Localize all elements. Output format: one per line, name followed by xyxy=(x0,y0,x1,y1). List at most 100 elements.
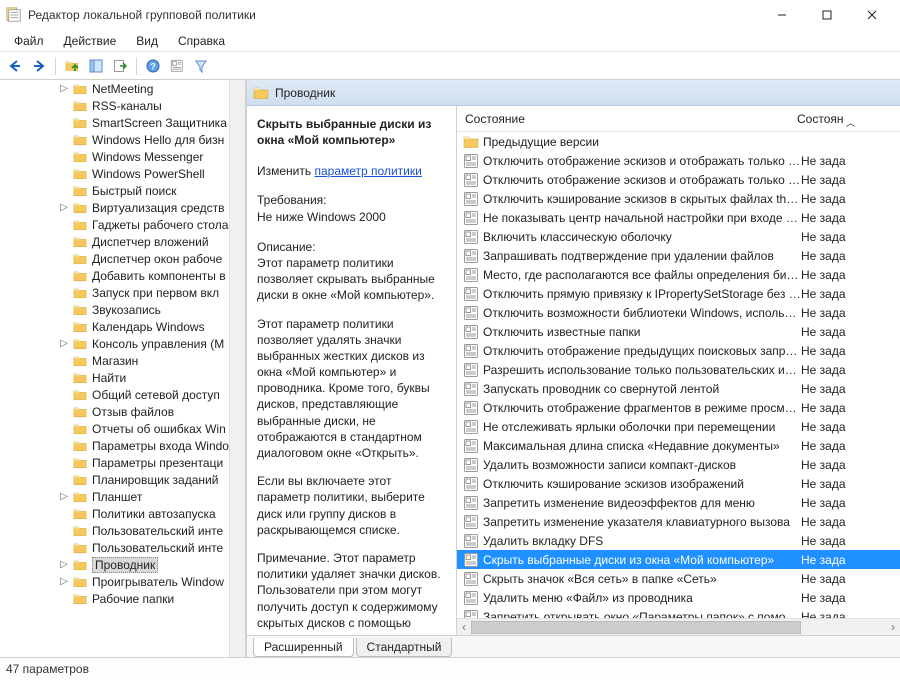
setting-icon xyxy=(463,533,479,549)
tree-item[interactable]: Календарь Windows xyxy=(0,318,245,335)
list-item[interactable]: Не отслеживать ярлыки оболочки при перем… xyxy=(457,417,900,436)
tree-item[interactable]: Отчеты об ошибках Win xyxy=(0,420,245,437)
item-name: Отключить кэширование эскизов в скрытых … xyxy=(483,192,801,206)
list-item[interactable]: Не показывать центр начальной настройки … xyxy=(457,208,900,227)
tree-item[interactable]: RSS-каналы xyxy=(0,97,245,114)
maximize-button[interactable] xyxy=(804,1,849,29)
tree-item[interactable]: Звукозапись xyxy=(0,301,245,318)
menu-action[interactable]: Действие xyxy=(54,32,127,50)
menu-file[interactable]: Файл xyxy=(4,32,54,50)
list-item[interactable]: Запускать проводник со свернутой лентойН… xyxy=(457,379,900,398)
help-button[interactable]: ? xyxy=(142,55,164,77)
tree-item[interactable]: Добавить компоненты в xyxy=(0,267,245,284)
tree-item[interactable]: ▷Виртуализация средств xyxy=(0,199,245,216)
tree-item[interactable]: Отзыв файлов xyxy=(0,403,245,420)
forward-button[interactable] xyxy=(28,55,50,77)
tree-view[interactable]: ▷NetMeetingRSS-каналыSmartScreen Защитни… xyxy=(0,80,245,657)
list-item[interactable]: Максимальная длина списка «Недавние доку… xyxy=(457,436,900,455)
tree-item[interactable]: ▷NetMeeting xyxy=(0,80,245,97)
expand-icon[interactable]: ▷ xyxy=(58,202,70,213)
tree-item[interactable]: Рабочие папки xyxy=(0,590,245,607)
expand-icon[interactable]: ▷ xyxy=(58,559,70,570)
filter-button[interactable] xyxy=(190,55,212,77)
tree-item[interactable]: Быстрый поиск xyxy=(0,182,245,199)
column-name[interactable]: Состояние xyxy=(457,112,797,126)
tree-item[interactable]: ▷Планшет xyxy=(0,488,245,505)
tree-item[interactable]: Параметры презентаци xyxy=(0,454,245,471)
export-button[interactable] xyxy=(109,55,131,77)
tree-item[interactable]: Магазин xyxy=(0,352,245,369)
list-item[interactable]: Запретить открывать окно «Параметры папо… xyxy=(457,607,900,618)
show-hide-tree-button[interactable] xyxy=(85,55,107,77)
tree-item[interactable]: Планировщик заданий xyxy=(0,471,245,488)
list-item[interactable]: Отключить прямую привязку к IPropertySet… xyxy=(457,284,900,303)
item-name: Отключить отображение фрагментов в режим… xyxy=(483,401,801,415)
list-item[interactable]: Запретить изменение видеоэффектов для ме… xyxy=(457,493,900,512)
tree-item[interactable]: Найти xyxy=(0,369,245,386)
list-horizontal-scrollbar[interactable]: ‹ › xyxy=(457,618,900,635)
list-rows[interactable]: Предыдущие версииОтключить отображение э… xyxy=(457,132,900,618)
list-item[interactable]: Отключить отображение фрагментов в режим… xyxy=(457,398,900,417)
tree-item[interactable]: Windows Hello для бизн xyxy=(0,131,245,148)
tree-item[interactable]: SmartScreen Защитника xyxy=(0,114,245,131)
minimize-button[interactable] xyxy=(759,1,804,29)
tree-item[interactable]: ▷Консоль управления (М xyxy=(0,335,245,352)
tree-item[interactable]: ▷ Проводник xyxy=(0,556,245,573)
tree-item-label: Общий сетевой доступ xyxy=(92,388,220,402)
list-item[interactable]: Запретить изменение указателя клавиатурн… xyxy=(457,512,900,531)
list-item[interactable]: Место, где располагаются все файлы опред… xyxy=(457,265,900,284)
list-item[interactable]: Отключить возможности библиотеки Windows… xyxy=(457,303,900,322)
expand-icon[interactable]: ▷ xyxy=(58,576,70,587)
tab-extended[interactable]: Расширенный xyxy=(253,638,354,657)
up-button[interactable] xyxy=(61,55,83,77)
back-button[interactable] xyxy=(4,55,26,77)
list-item[interactable]: Отключить кэширование эскизов изображени… xyxy=(457,474,900,493)
tree-item[interactable]: Пользовательский инте xyxy=(0,522,245,539)
edit-policy-link[interactable]: параметр политики xyxy=(314,164,421,178)
tree-item[interactable]: Windows Messenger xyxy=(0,148,245,165)
list-item[interactable]: Запрашивать подтверждение при удалении ф… xyxy=(457,246,900,265)
tree-item[interactable]: Гаджеты рабочего стола xyxy=(0,216,245,233)
tree-item[interactable]: Запуск при первом вкл xyxy=(0,284,245,301)
status-bar: 47 параметров xyxy=(0,657,900,679)
tree-item[interactable]: Windows PowerShell xyxy=(0,165,245,182)
tree-item[interactable]: Общий сетевой доступ xyxy=(0,386,245,403)
tree-item[interactable]: Политики автозапуска xyxy=(0,505,245,522)
item-state: Не зада xyxy=(801,211,861,225)
tree-item[interactable]: Диспетчер окон рабоче xyxy=(0,250,245,267)
list-item[interactable]: Скрыть значок «Вся сеть» в папке «Сеть»Н… xyxy=(457,569,900,588)
expand-icon[interactable]: ▷ xyxy=(58,491,70,502)
close-button[interactable] xyxy=(849,1,894,29)
list-item[interactable]: Предыдущие версии xyxy=(457,132,900,151)
list-item[interactable]: Отключить отображение эскизов и отобража… xyxy=(457,151,900,170)
list-item[interactable]: Отключить известные папкиНе зада xyxy=(457,322,900,341)
item-state: Не зада xyxy=(801,591,861,605)
tab-standard[interactable]: Стандартный xyxy=(356,638,453,657)
list-item[interactable]: Скрыть выбранные диски из окна «Мой комп… xyxy=(457,550,900,569)
list-item[interactable]: Удалить меню «Файл» из проводникаНе зада xyxy=(457,588,900,607)
list-item[interactable]: Включить классическую оболочкуНе зада xyxy=(457,227,900,246)
list-item[interactable]: Удалить вкладку DFSНе зада xyxy=(457,531,900,550)
list-item[interactable]: Отключить кэширование эскизов в скрытых … xyxy=(457,189,900,208)
tree-item[interactable]: Параметры входа Windo xyxy=(0,437,245,454)
expand-icon[interactable]: ▷ xyxy=(58,338,70,349)
list-item[interactable]: Разрешить использование только пользоват… xyxy=(457,360,900,379)
tree-item-label: Проводник xyxy=(92,557,158,573)
setting-icon xyxy=(463,153,479,169)
item-name: Отключить известные папки xyxy=(483,325,801,339)
setting-icon xyxy=(463,571,479,587)
list-item[interactable]: Удалить возможности записи компакт-диско… xyxy=(457,455,900,474)
menu-view[interactable]: Вид xyxy=(126,32,168,50)
setting-icon xyxy=(463,609,479,619)
tree-item[interactable]: ▷Проигрыватель Window xyxy=(0,573,245,590)
list-item[interactable]: Отключить отображение эскизов и отобража… xyxy=(457,170,900,189)
tree-vertical-scrollbar[interactable] xyxy=(229,80,245,657)
column-state[interactable]: Состоян︿ xyxy=(797,112,857,126)
tree-item[interactable]: Пользовательский инте xyxy=(0,539,245,556)
expand-icon[interactable]: ▷ xyxy=(58,83,70,94)
properties-button[interactable] xyxy=(166,55,188,77)
menu-help[interactable]: Справка xyxy=(168,32,235,50)
list-item[interactable]: Отключить отображение предыдущих поисков… xyxy=(457,341,900,360)
tree-item-label: Windows Messenger xyxy=(92,150,203,164)
tree-item[interactable]: Диспетчер вложений xyxy=(0,233,245,250)
